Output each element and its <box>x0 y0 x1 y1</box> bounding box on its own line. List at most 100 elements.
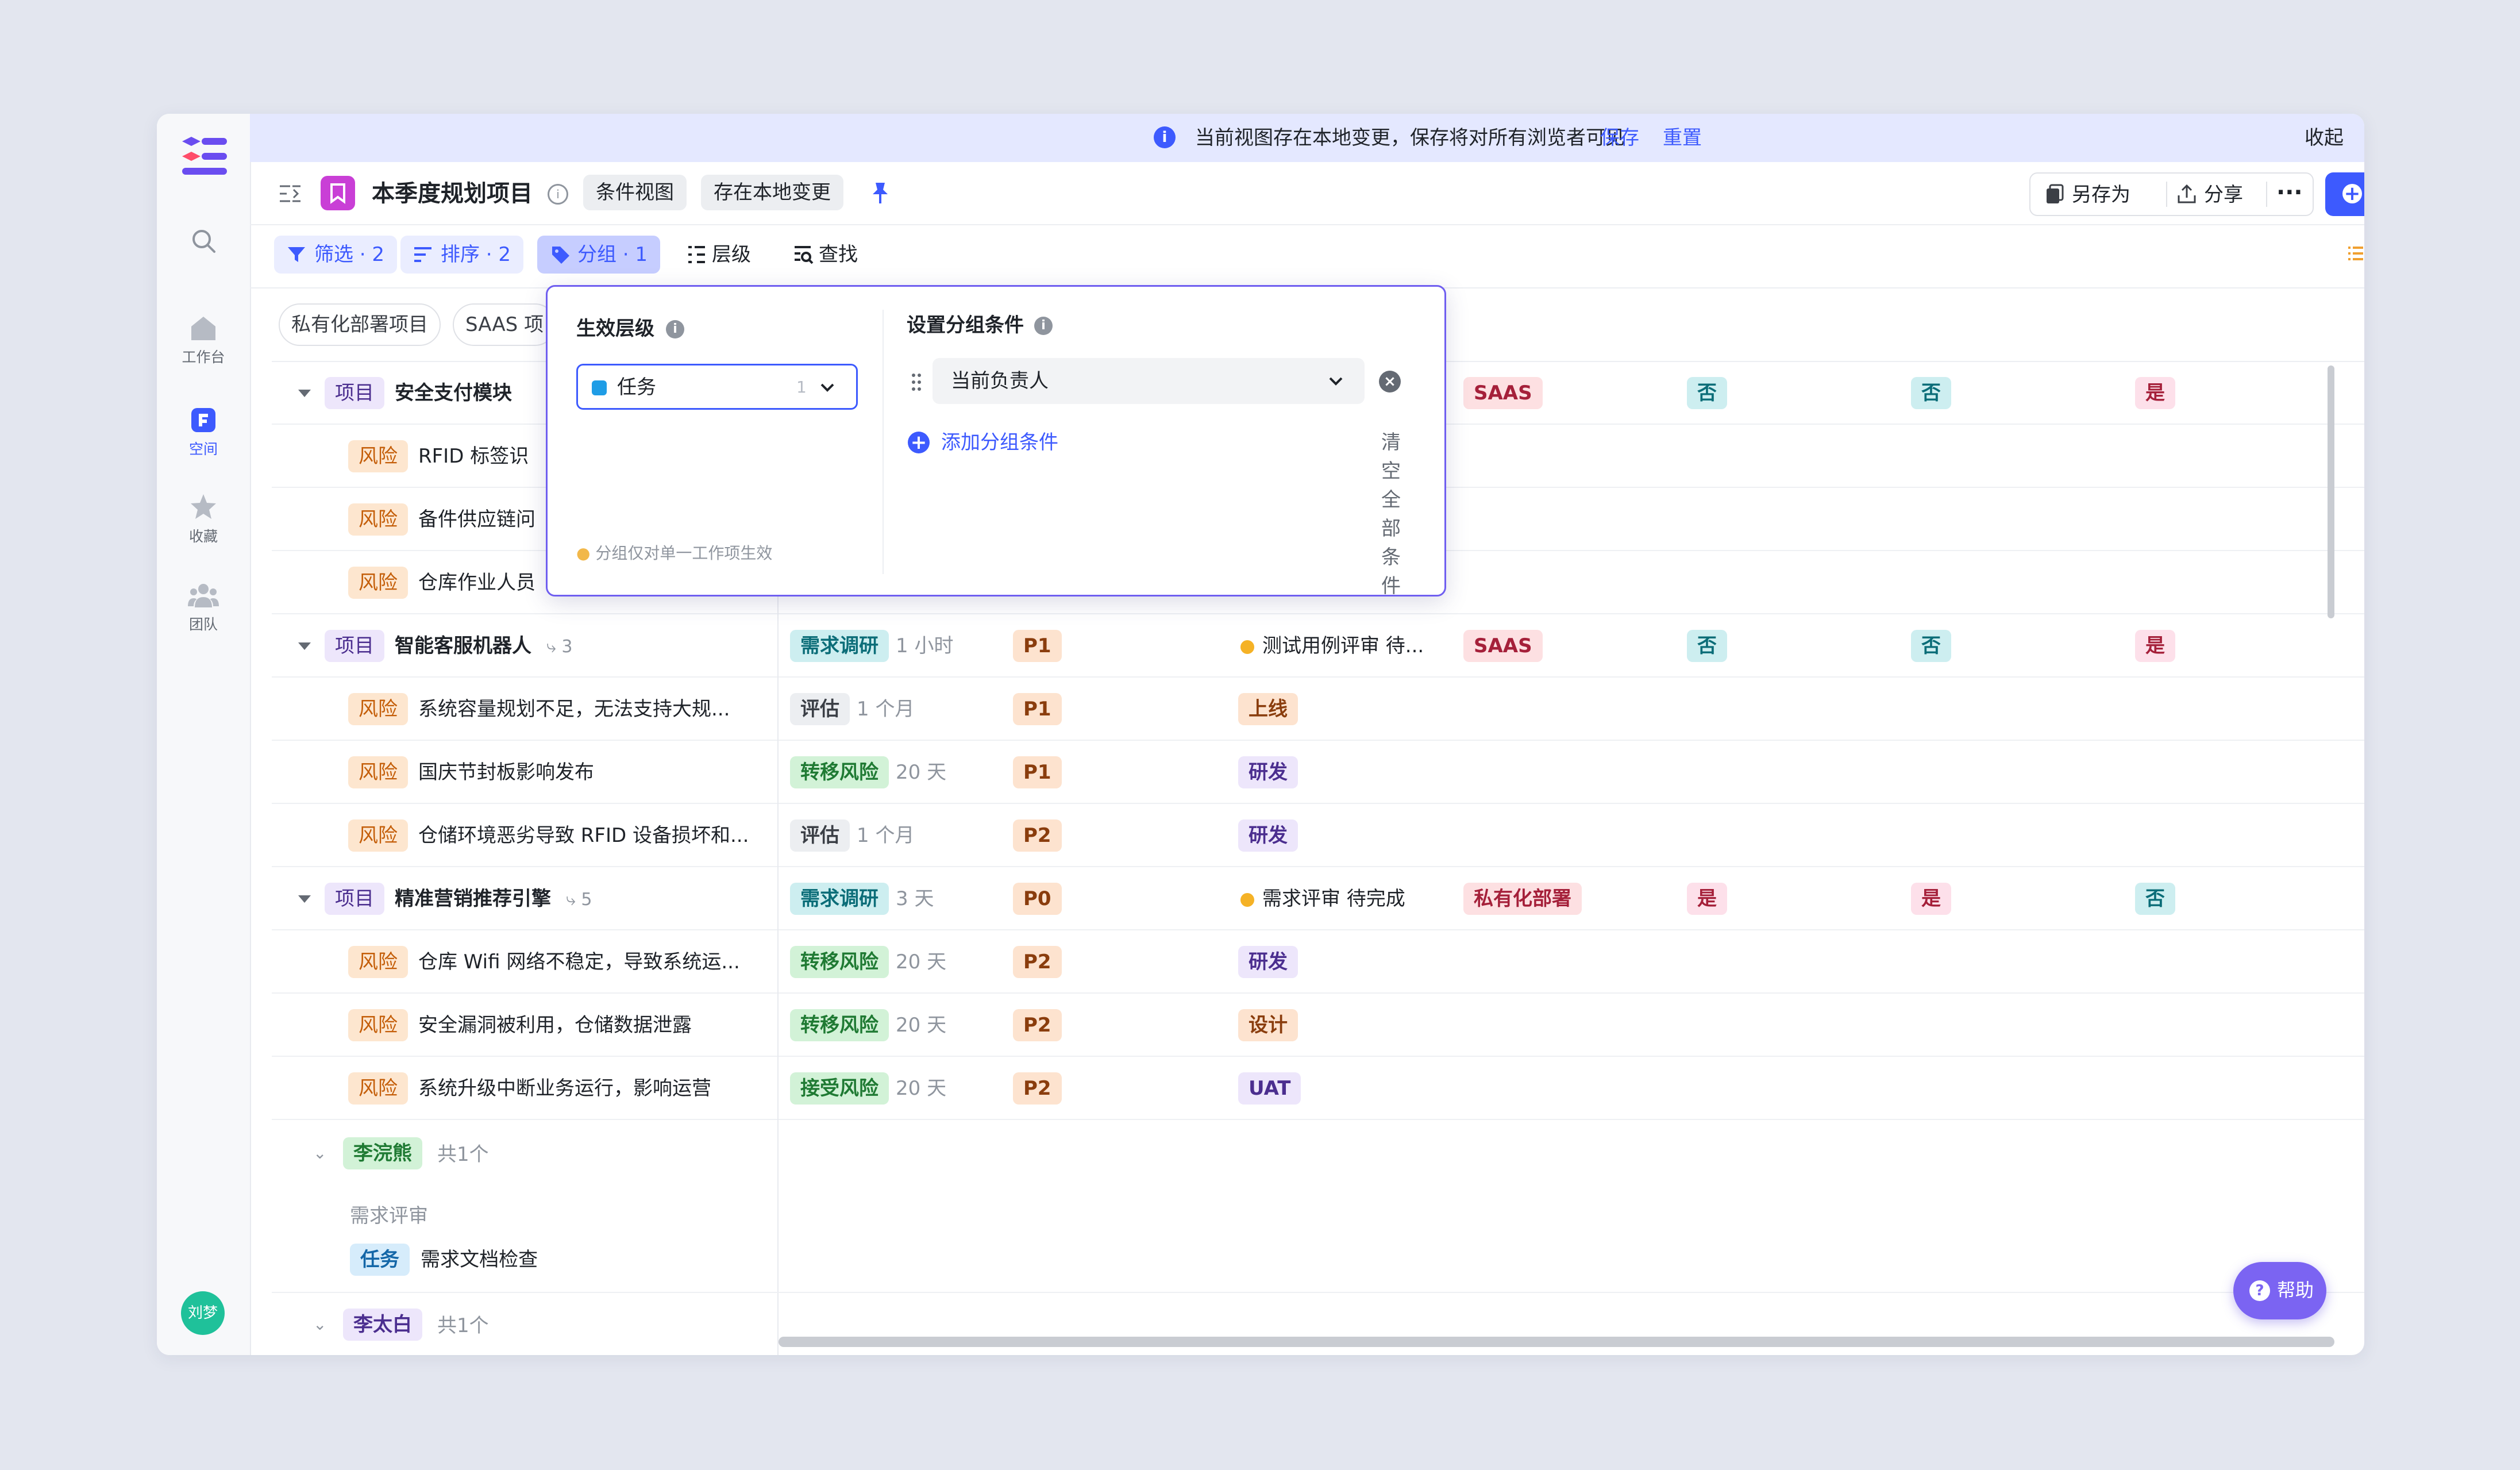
priority-cell[interactable]: P2 <box>1013 946 1062 978</box>
row-title[interactable]: 仓储环境恶劣导致 RFID 设备损坏和... <box>418 824 749 847</box>
bool-cell[interactable]: 是 <box>2135 630 2175 662</box>
task-row[interactable]: 任务 需求文档检查 <box>350 1244 538 1276</box>
expand-triangle-icon[interactable] <box>298 895 311 903</box>
status-tag: 评估 <box>790 693 850 725</box>
bool-cell[interactable]: 否 <box>1911 630 1951 662</box>
status-tag: 转移风险 <box>790 1009 889 1041</box>
bool-cell[interactable]: 否 <box>1911 377 1951 409</box>
priority-cell[interactable]: P2 <box>1013 1009 1062 1041</box>
stage-cell[interactable]: 研发 <box>1238 946 1298 978</box>
type-tag: 项目 <box>325 883 384 915</box>
type-tag: 风险 <box>348 693 408 725</box>
type-tag: 风险 <box>348 756 408 788</box>
row-title[interactable]: 仓库 Wifi 网络不稳定，导致系统运... <box>418 951 740 973</box>
row-title[interactable]: 安全漏洞被利用，仓储数据泄露 <box>418 1014 692 1037</box>
status-cell[interactable]: 转移风险 20 天 <box>790 1009 946 1041</box>
table-row[interactable]: 风险 仓储环境恶劣导致 RFID 设备损坏和... 评估 1 个月 P2 研发 <box>157 804 2364 867</box>
priority-cell[interactable]: P2 <box>1013 819 1062 852</box>
status-cell[interactable]: 需求调研 3 天 <box>790 883 934 915</box>
row-title[interactable]: 安全支付模块 <box>395 382 512 405</box>
group-collapse-icon[interactable]: ⌄ <box>313 1316 330 1333</box>
stage-cell[interactable]: 设计 <box>1238 1009 1298 1041</box>
bool-tag: 是 <box>1911 883 1951 915</box>
row-title[interactable]: 国庆节封板影响发布 <box>418 761 594 784</box>
priority-cell[interactable]: P1 <box>1013 693 1062 725</box>
status-tag: 评估 <box>790 819 850 852</box>
priority-cell[interactable]: P1 <box>1013 756 1062 788</box>
row-title[interactable]: 系统容量规划不足，无法支持大规... <box>418 698 730 721</box>
bool-cell[interactable]: 是 <box>2135 377 2175 409</box>
status-cell[interactable]: 转移风险 20 天 <box>790 756 946 788</box>
row-title-cell: 项目 精准营销推荐引擎 ⤷ 5 <box>325 882 592 917</box>
add-condition-button[interactable]: 添加分组条件 <box>941 428 1058 457</box>
condition-select[interactable]: 当前负责人 <box>933 358 1365 404</box>
stage-cell[interactable]: 研发 <box>1238 819 1298 852</box>
drag-handle-icon[interactable] <box>911 372 922 392</box>
status-cell[interactable]: 评估 1 个月 <box>790 693 914 725</box>
help-button[interactable]: ? 帮助 <box>2233 1262 2326 1319</box>
table-row[interactable]: 风险 仓库 Wifi 网络不稳定，导致系统运... 转移风险 20 天 P2 研发 <box>157 930 2364 994</box>
status-cell[interactable]: 转移风险 20 天 <box>790 946 946 978</box>
bool-cell[interactable]: 否 <box>1687 630 1727 662</box>
priority-tag: P1 <box>1013 630 1062 662</box>
priority-cell[interactable]: P0 <box>1013 883 1062 915</box>
group-count: 共1个 <box>437 1143 489 1166</box>
priority-cell[interactable]: P1 <box>1013 630 1062 662</box>
task-title[interactable]: 需求文档检查 <box>421 1248 538 1271</box>
bool-cell[interactable]: 是 <box>1911 883 1951 915</box>
status-cell[interactable]: 需求调研 1 小时 <box>790 630 953 662</box>
status-cell[interactable]: 评估 1 个月 <box>790 819 914 852</box>
bool-tag: 否 <box>1687 377 1727 409</box>
bool-cell[interactable]: 否 <box>1687 377 1727 409</box>
stage-cell[interactable]: UAT <box>1238 1072 1301 1105</box>
table-row[interactable]: 风险 国庆节封板影响发布 转移风险 20 天 P1 研发 <box>157 741 2364 804</box>
bool-cell[interactable]: 是 <box>1687 883 1727 915</box>
help-label: 帮助 <box>2277 1279 2314 1301</box>
row-title[interactable]: RFID 标签识 <box>418 445 529 468</box>
type-tag: 风险 <box>348 1072 408 1105</box>
vertical-scrollbar[interactable] <box>2328 365 2334 618</box>
priority-tag: P2 <box>1013 1009 1062 1041</box>
priority-cell[interactable]: P2 <box>1013 1072 1062 1105</box>
group-condition-title: 设置分组条件 <box>907 314 1024 337</box>
horizontal-scrollbar[interactable] <box>779 1337 2334 1347</box>
row-title[interactable]: 备件供应链问 <box>418 508 535 531</box>
bool-cell[interactable]: 否 <box>2135 883 2175 915</box>
deploy-cell[interactable]: SAAS <box>1463 630 1543 662</box>
hint-text: 分组仅对单一工作项生效 <box>595 544 773 563</box>
expand-triangle-icon[interactable] <box>298 642 311 650</box>
deploy-cell[interactable]: SAAS <box>1463 377 1543 409</box>
deploy-cell[interactable]: 私有化部署 <box>1463 883 1582 915</box>
deploy-tag: 私有化部署 <box>1463 883 1582 915</box>
row-title[interactable]: 精准营销推荐引擎 <box>395 887 551 910</box>
info-icon[interactable]: i <box>666 320 684 338</box>
priority-tag: P2 <box>1013 819 1062 852</box>
level-select[interactable]: 任务 1 <box>576 364 858 410</box>
subgroup-label: 需求评审 <box>350 1205 428 1227</box>
clear-conditions-button[interactable]: 清空全部条件 <box>1381 428 1413 601</box>
table-row[interactable]: 风险 安全漏洞被利用，仓储数据泄露 转移风险 20 天 P2 设计 <box>157 994 2364 1057</box>
level-select-value: 任务 <box>617 376 656 399</box>
type-tag: 风险 <box>348 1009 408 1041</box>
stage-cell[interactable]: 需求评审 待完成 <box>1238 883 1405 915</box>
table-row[interactable]: 项目 精准营销推荐引擎 ⤷ 5 需求调研 3 天 P0 需求评审 待完成 私有化部署 是 是 否 <box>157 867 2364 930</box>
stage-cell[interactable]: 研发 <box>1238 756 1298 788</box>
stage-cell[interactable]: 上线 <box>1238 693 1298 725</box>
deploy-tag: SAAS <box>1463 377 1543 409</box>
remove-condition-icon[interactable]: × <box>1379 371 1401 392</box>
info-icon[interactable]: i <box>1034 317 1053 335</box>
table-row[interactable]: 风险 系统容量规划不足，无法支持大规... 评估 1 个月 P1 上线 <box>157 678 2364 741</box>
table-row[interactable]: 项目 智能客服机器人 ⤷ 3 需求调研 1 小时 P1 测试用例评审 待... SAAS 否 否 是 <box>157 614 2364 678</box>
condition-select-value: 当前负责人 <box>951 370 1049 392</box>
status-tag: 接受风险 <box>790 1072 889 1105</box>
status-cell[interactable]: 接受风险 20 天 <box>790 1072 946 1105</box>
app-window: 工作台 空间 收藏 团队 刘梦 i 当前视图存在本地变更，保存将对所有浏览者可见… <box>157 114 2364 1355</box>
table-row[interactable]: 风险 系统升级中断业务运行，影响运营 接受风险 20 天 P2 UAT <box>157 1057 2364 1120</box>
row-title[interactable]: 仓库作业人员 <box>418 571 535 594</box>
expand-triangle-icon[interactable] <box>298 390 311 397</box>
status-tag: 转移风险 <box>790 946 889 978</box>
stage-cell[interactable]: 测试用例评审 待... <box>1238 630 1424 662</box>
group-collapse-icon[interactable]: ⌄ <box>313 1145 330 1162</box>
row-title[interactable]: 系统升级中断业务运行，影响运营 <box>418 1077 711 1100</box>
row-title[interactable]: 智能客服机器人 <box>395 634 531 657</box>
